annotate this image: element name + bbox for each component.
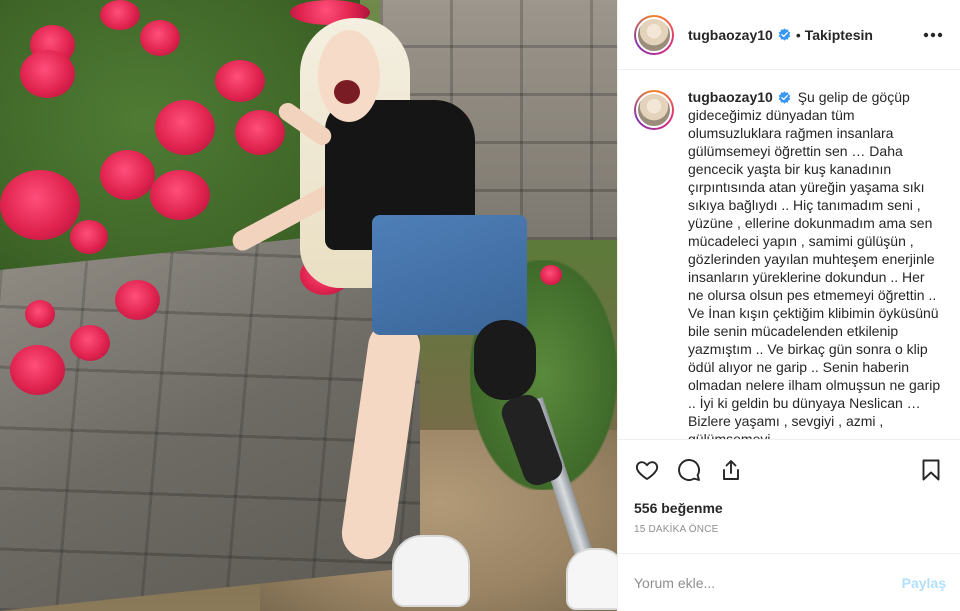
photo-rose bbox=[100, 0, 140, 30]
photo-rose bbox=[0, 170, 80, 240]
header-username[interactable]: tugbaozay10 bbox=[688, 27, 773, 43]
action-bar bbox=[618, 439, 960, 499]
caption-body: Şu gelip de göçüp gideceğimiz dünyadan t… bbox=[688, 89, 941, 439]
photo-person-mouth bbox=[334, 80, 360, 104]
photo-rose bbox=[540, 265, 562, 285]
photo-rose bbox=[150, 170, 210, 220]
verified-badge-icon bbox=[778, 91, 791, 104]
comment-icon[interactable] bbox=[676, 457, 702, 483]
avatar-image bbox=[636, 92, 672, 128]
post-sidebar: tugbaozay10 • Takiptesin tugbaozay10 Şu … bbox=[617, 0, 960, 611]
heart-icon[interactable] bbox=[634, 457, 660, 483]
likes-count[interactable]: 556 beğenme bbox=[618, 499, 960, 521]
post-header: tugbaozay10 • Takiptesin bbox=[618, 0, 960, 70]
caption-area: tugbaozay10 Şu gelip de göçüp gideceğimi… bbox=[618, 70, 960, 439]
photo-rose bbox=[10, 345, 65, 395]
photo-person-face bbox=[318, 30, 380, 122]
photo-rose bbox=[155, 100, 215, 155]
share-icon[interactable] bbox=[718, 457, 744, 483]
photo-rose bbox=[140, 20, 180, 56]
caption-avatar[interactable] bbox=[634, 90, 674, 130]
post-comment-button[interactable]: Paylaş bbox=[902, 575, 946, 591]
photo-person-shoe bbox=[566, 548, 617, 610]
comment-form: Paylaş bbox=[618, 553, 960, 611]
bookmark-icon[interactable] bbox=[918, 457, 944, 483]
photo-rose bbox=[115, 280, 160, 320]
post-timestamp[interactable]: 15 DAKİKA ÖNCE bbox=[618, 521, 960, 553]
photo-rose bbox=[20, 50, 75, 98]
photo-rose bbox=[215, 60, 265, 102]
photo-rose bbox=[70, 220, 108, 254]
photo-rose bbox=[235, 110, 285, 155]
photo-rose bbox=[25, 300, 55, 328]
photo-person-shoe bbox=[392, 535, 470, 607]
follow-state-button[interactable]: Takiptesin bbox=[805, 27, 873, 43]
verified-badge-icon bbox=[778, 28, 791, 41]
avatar[interactable] bbox=[634, 14, 674, 55]
photo-prosthetic-socket bbox=[474, 320, 536, 400]
photo-rose bbox=[70, 325, 110, 361]
photo-rose bbox=[100, 150, 155, 200]
caption-username[interactable]: tugbaozay10 bbox=[688, 89, 773, 105]
comment-input[interactable] bbox=[634, 574, 902, 591]
header-separator: • bbox=[795, 26, 801, 43]
avatar-image bbox=[636, 16, 672, 53]
photo-person-shorts bbox=[372, 215, 527, 335]
instagram-post: tugbaozay10 • Takiptesin tugbaozay10 Şu … bbox=[0, 0, 960, 611]
post-photo[interactable] bbox=[0, 0, 617, 611]
more-horizontal-icon[interactable] bbox=[921, 23, 945, 47]
caption-text: tugbaozay10 Şu gelip de göçüp gideceğimi… bbox=[688, 88, 942, 439]
